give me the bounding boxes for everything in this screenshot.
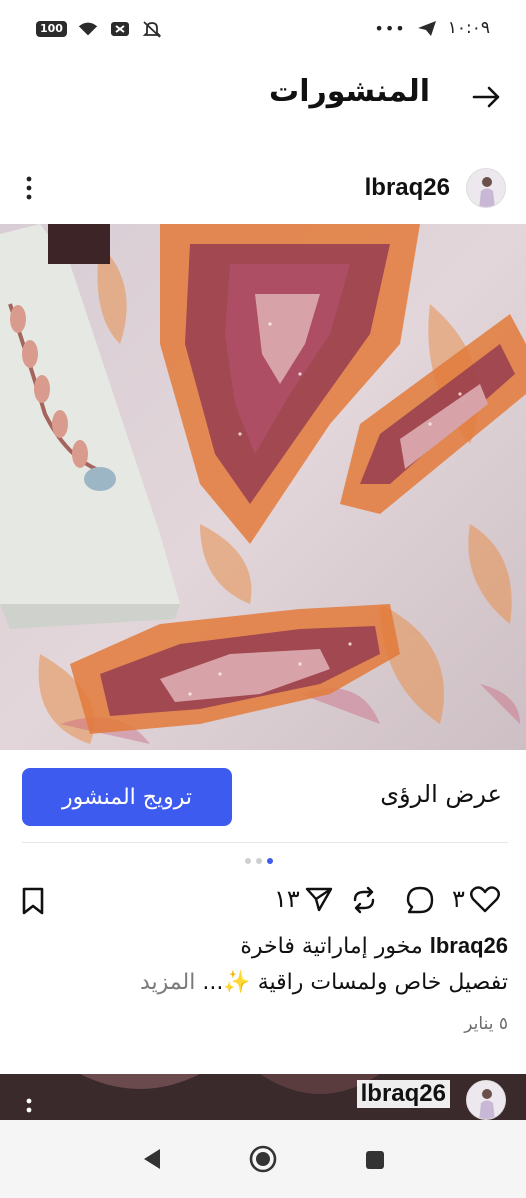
caption-text-2: تفصيل خاص ولمسات راقية ✨...: [202, 970, 508, 995]
more-vertical-icon[interactable]: [20, 174, 38, 202]
notification-dots: •••: [374, 18, 406, 38]
embroidered-fabric-image: [0, 224, 526, 750]
next-username[interactable]: lbraq26: [356, 1080, 450, 1108]
avatar-image: [467, 169, 505, 207]
next-avatar[interactable]: [466, 1080, 506, 1120]
nav-back-icon[interactable]: [140, 1146, 164, 1172]
divider: [22, 842, 508, 843]
comment-icon: [406, 886, 434, 914]
post-date: ٥ يناير: [464, 1014, 508, 1034]
telegram-icon: [417, 21, 436, 36]
promote-row: ترويج المنشور عرض الرؤى: [0, 764, 526, 830]
post-photo[interactable]: [0, 224, 526, 750]
nav-home-icon[interactable]: [248, 1144, 278, 1174]
caption-username[interactable]: lbraq26: [430, 933, 508, 958]
repost-action[interactable]: [348, 884, 380, 916]
comment-action[interactable]: [404, 884, 436, 916]
status-bar: 100 ••• ١٠:٠٩: [0, 0, 526, 62]
status-left: 100: [36, 20, 163, 38]
carousel-dot: [245, 858, 251, 864]
page-header: المنشورات: [0, 62, 526, 130]
avatar[interactable]: [466, 168, 506, 208]
caption-line-2: تفصيل خاص ولمسات راقية ✨... المزيد: [18, 965, 508, 1001]
caption-text-1: مخور إماراتية فاخرة: [240, 934, 423, 959]
post-header: lbraq26: [0, 160, 526, 218]
share-count: ١٣: [274, 885, 300, 913]
carousel-dot-active: [267, 858, 273, 864]
status-right: ••• ١٠:٠٩: [374, 18, 490, 38]
avatar-image: [467, 1081, 505, 1119]
wifi-icon: [78, 22, 98, 36]
carousel-indicator: [245, 858, 273, 864]
battery-indicator: 100: [36, 21, 67, 37]
next-post-header: lbraq26: [0, 1074, 526, 1124]
like-count: ٣: [452, 885, 465, 913]
post-caption: lbraq26 مخور إماراتية فاخرة تفصيل خاص ول…: [18, 928, 508, 1001]
mute-icon: [142, 21, 162, 38]
carousel-dot: [256, 858, 262, 864]
post-actions: ١٣ ٣: [0, 878, 526, 924]
nav-recent-apps-icon[interactable]: [364, 1149, 386, 1171]
clock: ١٠:٠٩: [447, 18, 490, 38]
system-nav-bar: [0, 1120, 526, 1198]
repost-icon: [353, 886, 375, 914]
bookmark-icon[interactable]: [20, 886, 46, 916]
share-action[interactable]: ١٣: [274, 884, 334, 914]
send-icon: [305, 887, 332, 912]
more-link[interactable]: المزيد: [140, 970, 195, 995]
username[interactable]: lbraq26: [365, 174, 450, 202]
promote-post-button[interactable]: ترويج المنشور: [22, 768, 232, 826]
arrow-right-icon[interactable]: [470, 82, 504, 112]
no-sim-icon: [110, 22, 129, 36]
heart-icon: [469, 886, 500, 913]
page-title: المنشورات: [269, 74, 430, 109]
view-insights-link[interactable]: عرض الرؤى: [380, 780, 502, 808]
like-action[interactable]: ٣: [452, 884, 501, 914]
caption-line-1: lbraq26 مخور إماراتية فاخرة: [18, 928, 508, 965]
